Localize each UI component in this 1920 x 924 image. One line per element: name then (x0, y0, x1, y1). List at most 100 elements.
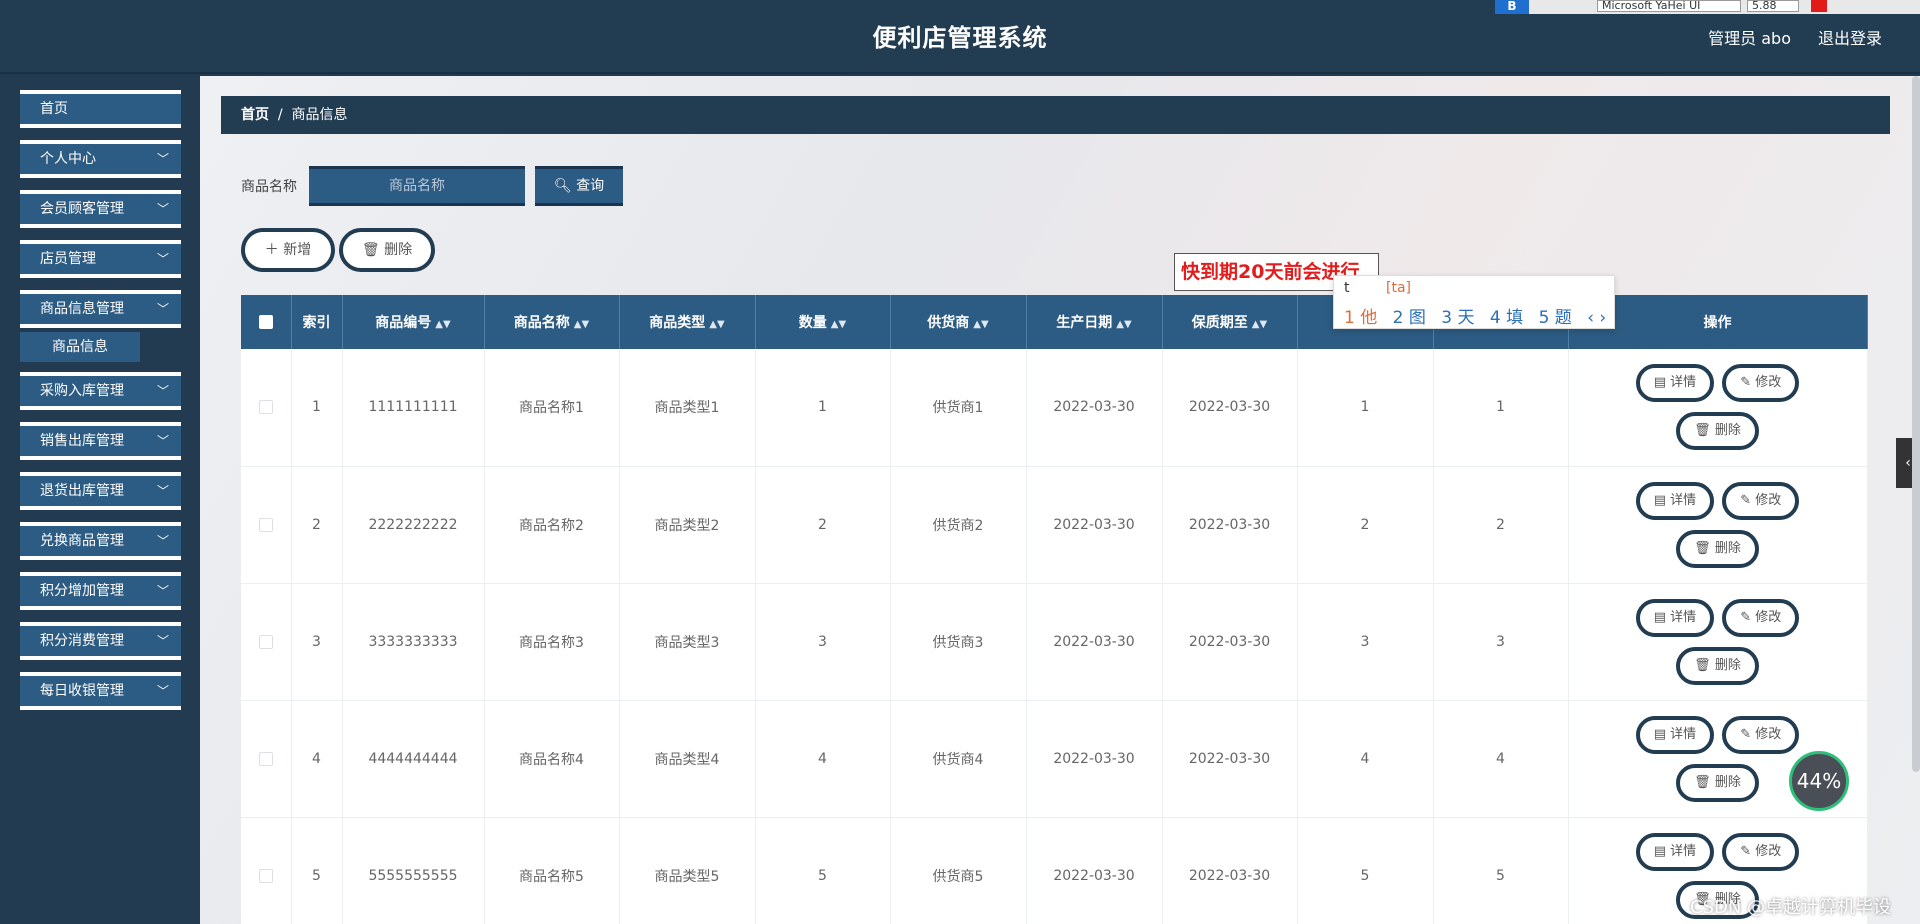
sidebar-subitem-product-info[interactable]: 商品信息 (20, 332, 140, 362)
sidebar: 首页 个人中心 ﹀ 会员顾客管理 ﹀ 店员管理 ﹀ 商品信息管理 ﹀ 商品信息 采购入库… (0, 76, 200, 924)
row-select-cell (241, 817, 292, 924)
row-operations: ▤ 详情 ✎ 修改 🗑︎ 删除 (1568, 466, 1868, 584)
ime-candidate[interactable]: 3 天 (1441, 308, 1474, 328)
sidebar-item-products[interactable]: 商品信息管理 ﹀ (20, 290, 181, 328)
sidebar-item-sales[interactable]: 销售出库管理 ﹀ (20, 422, 181, 460)
delete-button[interactable]: 🗑︎ 删除 (1676, 763, 1759, 802)
document-icon: ▤ (1653, 375, 1667, 391)
column-header-index: 索引 (291, 295, 343, 349)
row-checkbox[interactable] (258, 634, 273, 649)
query-button[interactable]: 🔍︎ 查询 (535, 166, 623, 206)
batch-delete-button[interactable]: 🗑︎ 删除 (339, 228, 435, 272)
cell-name: 商品名称2 (484, 466, 620, 584)
sidebar-item-points-add[interactable]: 积分增加管理 ﹀ (20, 572, 181, 610)
breadcrumb: 首页 / 商品信息 (221, 96, 1890, 134)
ime-page-nav[interactable]: ‹ › (1587, 308, 1606, 328)
cell-col9: 2 (1297, 466, 1434, 584)
column-header-prod-date[interactable]: 生产日期 ▲▼ (1026, 295, 1163, 349)
progress-badge[interactable]: 44% (1789, 751, 1849, 811)
sidebar-item-home[interactable]: 首页 (20, 90, 181, 128)
ime-candidate[interactable]: 4 填 (1490, 308, 1523, 328)
row-checkbox[interactable] (258, 517, 273, 532)
column-header-supplier[interactable]: 供货商 ▲▼ (890, 295, 1027, 349)
sidebar-item-exchange[interactable]: 兑换商品管理 ﹀ (20, 522, 181, 560)
column-header-name[interactable]: 商品名称 ▲▼ (484, 295, 620, 349)
cell-col9: 5 (1297, 817, 1434, 924)
delete-button[interactable]: 🗑︎ 删除 (1676, 646, 1759, 685)
table-row: 2 2222222222 商品名称2 商品类型2 2 供货商2 2022-03-30 2022… (241, 466, 1868, 584)
chevron-down-icon: ﹀ (156, 152, 169, 166)
breadcrumb-home[interactable]: 首页 (241, 107, 269, 123)
detail-button[interactable]: ▤ 详情 (1635, 598, 1715, 637)
bold-button[interactable]: B (1495, 0, 1529, 14)
chevron-down-icon: ﹀ (156, 202, 169, 216)
row-checkbox[interactable] (258, 400, 273, 415)
cell-index: 1 (291, 349, 343, 467)
font-name-select[interactable]: Microsoft YaHei UI (1597, 0, 1741, 12)
cell-name: 商品名称1 (484, 349, 620, 467)
select-all-checkbox[interactable] (258, 315, 273, 329)
product-table: 索引 商品编号 ▲▼ 商品名称 ▲▼ 商品类型 ▲▼ 数量 ▲▼ 供货商 ▲▼ 生产日期 ▲… (241, 295, 1868, 924)
detail-button[interactable]: ▤ 详情 (1635, 715, 1715, 754)
ime-candidate[interactable]: 1 他 (1344, 308, 1377, 328)
sidebar-item-daily-cash[interactable]: 每日收银管理 ﹀ (20, 672, 181, 710)
sidebar-item-personal-center[interactable]: 个人中心 ﹀ (20, 140, 181, 178)
chevron-down-icon: ﹀ (156, 252, 169, 266)
sidebar-item-points-spend[interactable]: 积分消费管理 ﹀ (20, 622, 181, 660)
row-checkbox[interactable] (258, 868, 273, 883)
pencil-icon: ✎ (1740, 492, 1752, 508)
cell-col9: 3 (1297, 583, 1434, 701)
cell-col10: 5 (1433, 817, 1569, 924)
cell-expiry: 2022-03-30 (1162, 466, 1298, 584)
sidebar-item-members[interactable]: 会员顾客管理 ﹀ (20, 190, 181, 228)
row-select-cell (241, 583, 292, 701)
cell-code: 2222222222 (342, 466, 485, 584)
breadcrumb-current: 商品信息 (291, 107, 348, 123)
page-scrollbar[interactable] (1912, 76, 1920, 772)
cell-qty: 3 (755, 583, 891, 701)
app-title: 便利店管理系统 (872, 24, 1048, 52)
cell-prod-date: 2022-03-30 (1026, 700, 1163, 818)
cell-qty: 2 (755, 466, 891, 584)
chevron-down-icon: ﹀ (156, 634, 169, 648)
sidebar-item-returns[interactable]: 退货出库管理 ﹀ (20, 472, 181, 510)
cell-index: 2 (291, 466, 343, 584)
delete-button[interactable]: 🗑︎ 删除 (1676, 412, 1759, 451)
product-name-search-input[interactable] (309, 166, 525, 206)
cell-prod-date: 2022-03-30 (1026, 583, 1163, 701)
trash-icon: 🗑︎ (1694, 540, 1711, 556)
column-header-type[interactable]: 商品类型 ▲▼ (619, 295, 756, 349)
font-size-select[interactable]: 5.88 (1747, 0, 1799, 12)
row-checkbox[interactable] (258, 751, 273, 766)
column-header-code[interactable]: 商品编号 ▲▼ (342, 295, 485, 349)
ime-pinyin: [ta] (1386, 280, 1411, 296)
cell-type: 商品类型3 (619, 583, 756, 701)
text-color-swatch[interactable] (1811, 0, 1827, 12)
ime-candidate[interactable]: 2 图 (1393, 308, 1426, 328)
detail-button[interactable]: ▤ 详情 (1635, 481, 1715, 520)
chevron-down-icon: ﹀ (156, 384, 169, 398)
cell-name: 商品名称5 (484, 817, 620, 924)
row-select-cell (241, 349, 292, 467)
column-header-qty[interactable]: 数量 ▲▼ (755, 295, 891, 349)
search-label: 商品名称 (241, 179, 297, 195)
ime-candidate[interactable]: 5 题 (1539, 308, 1572, 328)
sidebar-item-purchase[interactable]: 采购入库管理 ﹀ (20, 372, 181, 410)
detail-button[interactable]: ▤ 详情 (1635, 364, 1715, 403)
ime-candidates: 1 他 2 图 3 天 4 填 5 题 ‹ › (1344, 303, 1616, 328)
sidebar-item-clerks[interactable]: 店员管理 ﹀ (20, 240, 181, 278)
edit-button[interactable]: ✎ 修改 (1722, 715, 1800, 754)
edit-button[interactable]: ✎ 修改 (1722, 364, 1800, 403)
delete-button[interactable]: 🗑︎ 删除 (1676, 529, 1759, 568)
logout-link[interactable]: 退出登录 (1818, 25, 1882, 49)
cell-prod-date: 2022-03-30 (1026, 349, 1163, 467)
add-button[interactable]: ＋ 新增 (241, 228, 335, 272)
detail-button[interactable]: ▤ 详情 (1635, 832, 1715, 871)
sort-icon: ▲▼ (830, 319, 847, 330)
chevron-down-icon: ﹀ (156, 684, 169, 698)
edit-button[interactable]: ✎ 修改 (1722, 832, 1800, 871)
edit-button[interactable]: ✎ 修改 (1722, 598, 1800, 637)
column-header-expiry[interactable]: 保质期至 ▲▼ (1162, 295, 1298, 349)
trash-icon: 🗑︎ (1694, 657, 1711, 673)
edit-button[interactable]: ✎ 修改 (1722, 481, 1800, 520)
